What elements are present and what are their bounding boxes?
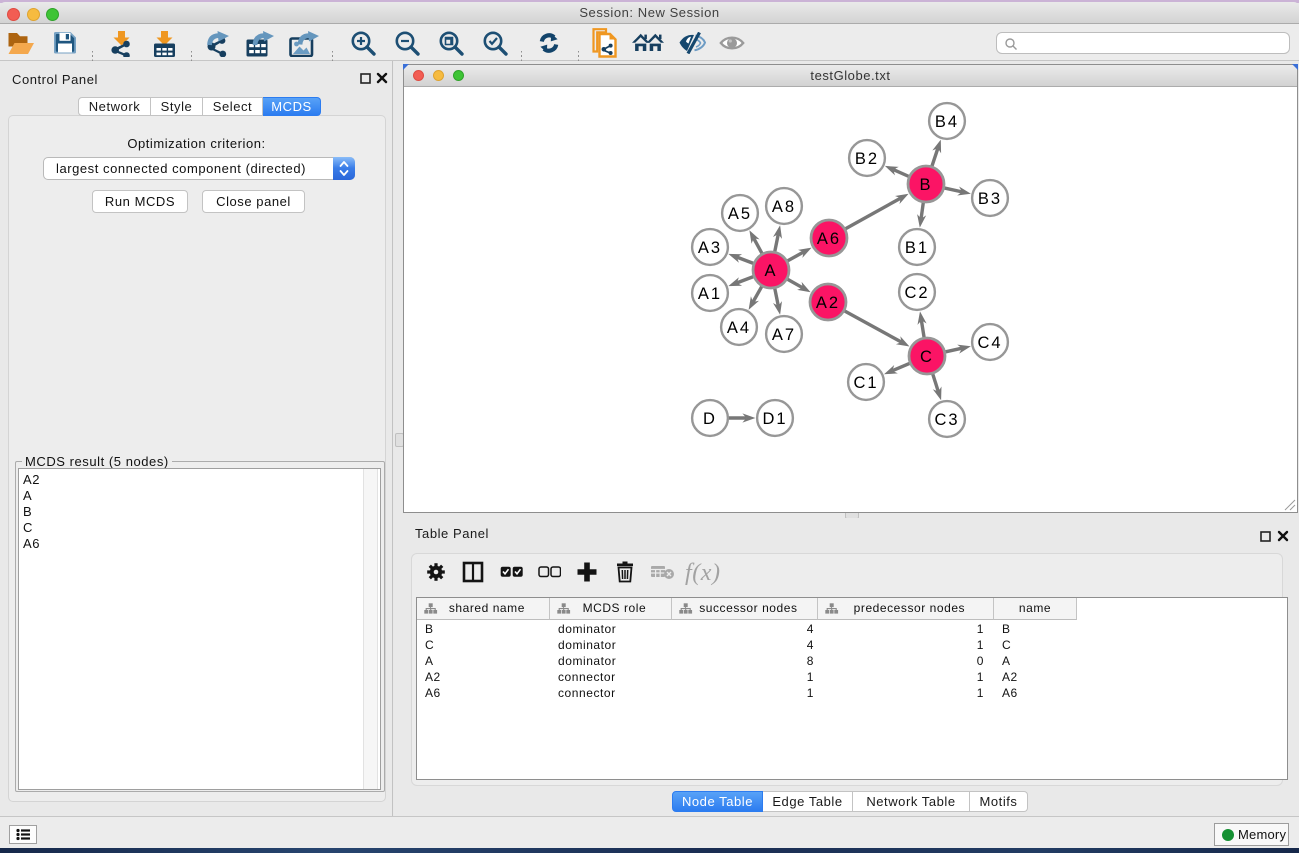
svg-text:A7: A7 bbox=[772, 326, 796, 344]
svg-text:C1: C1 bbox=[853, 374, 878, 392]
svg-text:A6: A6 bbox=[817, 230, 841, 248]
svg-text:C3: C3 bbox=[934, 411, 959, 429]
svg-text:B: B bbox=[919, 176, 932, 194]
svg-text:A4: A4 bbox=[727, 319, 751, 337]
svg-text:B3: B3 bbox=[978, 190, 1002, 208]
svg-text:C: C bbox=[920, 348, 934, 366]
svg-text:A8: A8 bbox=[772, 198, 796, 216]
svg-text:C2: C2 bbox=[904, 284, 929, 302]
svg-text:B1: B1 bbox=[905, 239, 929, 257]
svg-text:A3: A3 bbox=[698, 239, 722, 257]
svg-text:B2: B2 bbox=[855, 150, 879, 168]
svg-text:D: D bbox=[703, 410, 717, 428]
svg-text:A: A bbox=[764, 262, 777, 280]
svg-text:B4: B4 bbox=[935, 113, 959, 131]
svg-text:D1: D1 bbox=[762, 410, 787, 428]
svg-text:A5: A5 bbox=[728, 205, 752, 223]
svg-text:A1: A1 bbox=[698, 285, 722, 303]
svg-text:A2: A2 bbox=[816, 294, 840, 312]
svg-text:C4: C4 bbox=[977, 334, 1002, 352]
